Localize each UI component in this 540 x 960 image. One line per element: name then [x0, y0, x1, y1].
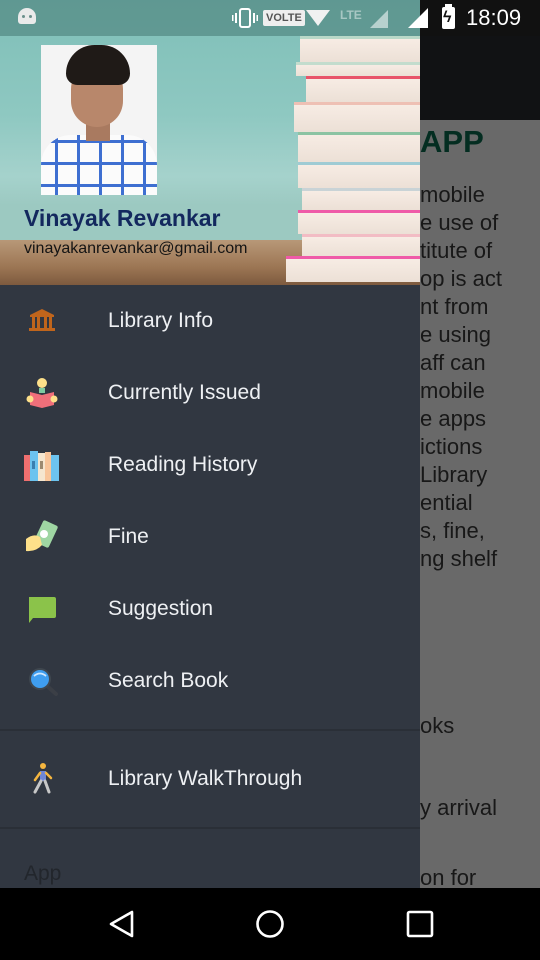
- money-hand-icon: [26, 520, 58, 552]
- menu-item-fine[interactable]: Fine: [0, 501, 420, 573]
- android-notification-icon: [18, 8, 36, 24]
- status-bar: VOLTE LTE 18:09: [0, 0, 540, 36]
- menu-divider: [0, 729, 420, 731]
- chat-bubble-icon: [29, 597, 56, 623]
- bookshelf-icon: [24, 451, 59, 481]
- menu-item-search-book[interactable]: Search Book: [0, 645, 420, 717]
- lte-icon: LTE: [340, 8, 362, 22]
- recents-icon[interactable]: [404, 908, 436, 940]
- menu-item-label: Suggestion: [108, 597, 214, 620]
- home-icon[interactable]: [254, 908, 286, 940]
- wifi-icon: [306, 10, 330, 26]
- menu-item-label: Fine: [108, 525, 149, 548]
- menu-item-label: Currently Issued: [108, 381, 261, 404]
- menu-divider: [0, 827, 420, 829]
- menu-item-label: Reading History: [108, 453, 258, 476]
- system-nav-bar: [0, 888, 540, 960]
- magnifier-icon: [29, 668, 58, 696]
- signal-sim1-icon: [370, 10, 388, 28]
- menu-item-label: Search Book: [108, 669, 229, 692]
- user-name: Vinayak Revankar: [24, 205, 221, 231]
- library-building-icon: [29, 309, 55, 331]
- menu-item-label: Library WalkThrough: [108, 767, 303, 790]
- drawer-menu: Library Info Currently Issued Reading Hi…: [0, 285, 420, 829]
- menu-item-suggestion[interactable]: Suggestion: [0, 573, 420, 645]
- menu-item-library-walkthrough[interactable]: Library WalkThrough: [0, 743, 420, 815]
- menu-item-label: Library Info: [108, 309, 214, 332]
- status-clock: 18:09: [466, 5, 522, 30]
- drawer-header: Vinayak Revankar vinayakanrevankar@gmail…: [0, 0, 420, 285]
- menu-item-currently-issued[interactable]: Currently Issued: [0, 357, 420, 429]
- vibrate-icon: [232, 8, 258, 28]
- walking-person-icon: [33, 763, 53, 794]
- menu-item-reading-history[interactable]: Reading History: [0, 429, 420, 501]
- books-stack-image: [282, 36, 420, 282]
- volte-icon: VOLTE: [263, 10, 305, 26]
- back-icon[interactable]: [106, 908, 138, 940]
- signal-sim2-icon: [408, 8, 428, 28]
- user-email: vinayakanrevankar@gmail.com: [24, 240, 248, 257]
- battery-charging-icon: [442, 4, 455, 29]
- menu-item-library-info[interactable]: Library Info: [0, 285, 420, 357]
- avatar[interactable]: [41, 45, 157, 195]
- reading-person-icon: [26, 378, 58, 408]
- section-label-app: App: [24, 862, 62, 885]
- navigation-drawer: Vinayak Revankar vinayakanrevankar@gmail…: [0, 0, 420, 888]
